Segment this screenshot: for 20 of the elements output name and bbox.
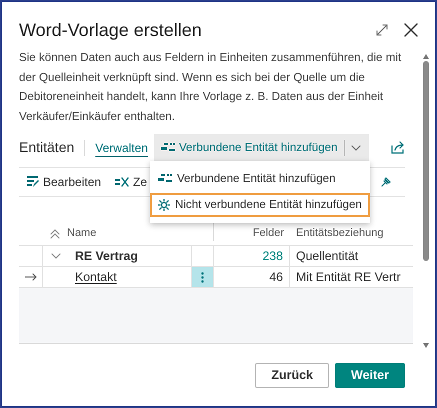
split-button[interactable]: Verbundene Entität hinzufügen (154, 134, 369, 161)
relation-text: Mit Entität RE Vertr (296, 268, 401, 286)
relation-text: Quellentität (296, 248, 358, 265)
field-count: 46 (269, 268, 283, 286)
row-name: RE Vertrag (75, 248, 138, 265)
column-header: Entitätsbeziehung (295, 226, 384, 240)
back-button[interactable]: Zurück (255, 362, 330, 388)
manage-tab[interactable]: Verwalten (95, 138, 148, 156)
column-header: Name (67, 226, 98, 240)
section-title: Entitäten (19, 138, 74, 157)
window-title: Word-Vorlage erstellen (19, 18, 203, 42)
next-button[interactable]: Weiter (335, 362, 405, 388)
field-count[interactable]: 238 (262, 246, 283, 266)
remove-button[interactable]: Ze (115, 173, 148, 191)
menu-item[interactable]: Verbundene Entität hinzufügen (150, 167, 370, 191)
row-link[interactable]: Kontakt (75, 268, 117, 286)
column-header: Felder (252, 226, 284, 240)
menu-item[interactable]: Nicht verbundene Entität hinzufügen (150, 193, 370, 217)
edit-button[interactable]: Bearbeiten (27, 173, 102, 191)
description-text: Sie können Daten auch aus Feldern in Einheiten zusammenführen, die mit der Quelleinheit verknüpft sind. Wenn es sich bei der Quelle um die Debitoreneinheit handelt, kann Ihre Vorlage z. B. Daten aus der Einheit Verkäufer/Einkäufer enthalten. (19, 50, 402, 124)
